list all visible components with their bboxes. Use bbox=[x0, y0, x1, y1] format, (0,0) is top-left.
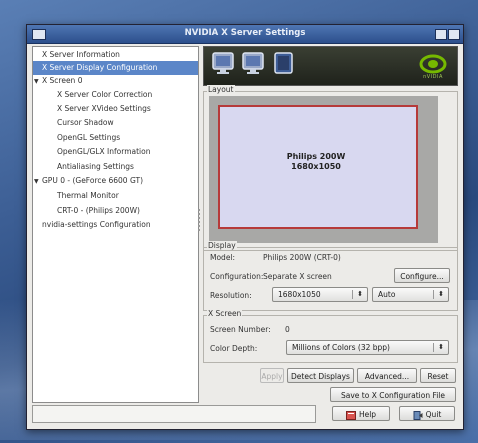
spin-arrows-icon: ⬍ bbox=[438, 290, 444, 298]
sidebar-item-display-configuration[interactable]: X Server Display Configuration bbox=[33, 61, 198, 75]
title-bar[interactable]: NVIDIA X Server Settings bbox=[27, 25, 463, 44]
spin-arrows-icon: ⬍ bbox=[357, 290, 363, 298]
status-bar bbox=[32, 405, 316, 423]
configuration-value: Separate X screen bbox=[263, 272, 332, 281]
sidebar-item-x-server-information[interactable]: X Server Information bbox=[33, 48, 198, 62]
pane-splitter[interactable] bbox=[198, 209, 200, 233]
resolution-label: Resolution: bbox=[210, 291, 252, 300]
header-banner: nVIDIA bbox=[203, 46, 458, 86]
quit-button[interactable]: Quit bbox=[399, 406, 455, 421]
monitor-icon bbox=[242, 52, 264, 74]
display-screen-resolution: 1680x1050 bbox=[291, 162, 341, 171]
reset-button[interactable]: Reset bbox=[420, 368, 456, 383]
help-button[interactable]: Help bbox=[332, 406, 390, 421]
sidebar-item-opengl-glx-information[interactable]: OpenGL/GLX Information bbox=[33, 145, 198, 159]
detect-displays-button[interactable]: Detect Displays bbox=[287, 368, 354, 383]
layout-section-label: Layout bbox=[207, 85, 235, 94]
refresh-rate-select[interactable]: Auto ⬍ bbox=[372, 287, 449, 302]
x-screen-frame bbox=[203, 315, 458, 363]
spin-arrows-icon: ⬍ bbox=[438, 343, 444, 351]
sidebar-item-cursor-shadow[interactable]: Cursor Shadow bbox=[33, 116, 198, 130]
help-book-icon bbox=[345, 410, 356, 420]
sidebar-item-x-screen-0[interactable]: ▼ X Screen 0 bbox=[33, 74, 198, 88]
sidebar-item-opengl-settings[interactable]: OpenGL Settings bbox=[33, 131, 198, 145]
configure-button[interactable]: Configure... bbox=[394, 268, 450, 283]
apply-button[interactable]: Apply bbox=[260, 368, 284, 383]
model-label: Model: bbox=[210, 253, 236, 262]
resolution-select[interactable]: 1680x1050 ⬍ bbox=[272, 287, 368, 302]
expander-arrow-icon[interactable]: ▼ bbox=[34, 175, 42, 189]
sidebar-item-crt-0[interactable]: CRT-0 - (Philips 200W) bbox=[33, 204, 198, 218]
display-section-label: Display bbox=[207, 241, 237, 250]
configuration-label: Configuration: bbox=[210, 272, 264, 281]
minimize-button[interactable] bbox=[435, 29, 447, 40]
nvidia-settings-window: NVIDIA X Server Settings X Server Inform… bbox=[26, 24, 464, 430]
screen-number-label: Screen Number: bbox=[210, 325, 271, 334]
nvidia-logo-text: nVIDIA bbox=[423, 74, 443, 80]
window-title: NVIDIA X Server Settings bbox=[184, 28, 306, 38]
monitor-icon bbox=[212, 52, 234, 74]
display-screen-name: Philips 200W bbox=[286, 152, 346, 161]
x-screen-section-label: X Screen bbox=[207, 309, 243, 318]
monitor-icon bbox=[274, 52, 293, 74]
sidebar-item-thermal-monitor[interactable]: Thermal Monitor bbox=[33, 189, 198, 203]
advanced-button[interactable]: Advanced... bbox=[357, 368, 417, 383]
color-depth-select[interactable]: Millions of Colors (32 bpp) ⬍ bbox=[286, 340, 449, 355]
sidebar-item-xvideo-settings[interactable]: X Server XVideo Settings bbox=[33, 102, 198, 116]
sidebar-tree[interactable]: X Server Information X Server Display Co… bbox=[32, 46, 199, 403]
color-depth-label: Color Depth: bbox=[210, 344, 258, 353]
sidebar-item-gpu-0[interactable]: ▼ GPU 0 - (GeForce 6600 GT) bbox=[33, 174, 198, 188]
expander-arrow-icon[interactable]: ▼ bbox=[34, 75, 42, 89]
sidebar-item-color-correction[interactable]: X Server Color Correction bbox=[33, 88, 198, 102]
close-button[interactable] bbox=[448, 29, 460, 40]
quit-door-icon bbox=[413, 410, 423, 420]
sidebar-item-antialiasing-settings[interactable]: Antialiasing Settings bbox=[33, 160, 198, 174]
save-to-x-config-button[interactable]: Save to X Configuration File bbox=[330, 387, 456, 402]
screen-number-value: 0 bbox=[285, 325, 290, 334]
model-value: Philips 200W (CRT-0) bbox=[263, 253, 341, 262]
sidebar-item-nvidia-settings-configuration[interactable]: nvidia-settings Configuration bbox=[33, 218, 198, 232]
